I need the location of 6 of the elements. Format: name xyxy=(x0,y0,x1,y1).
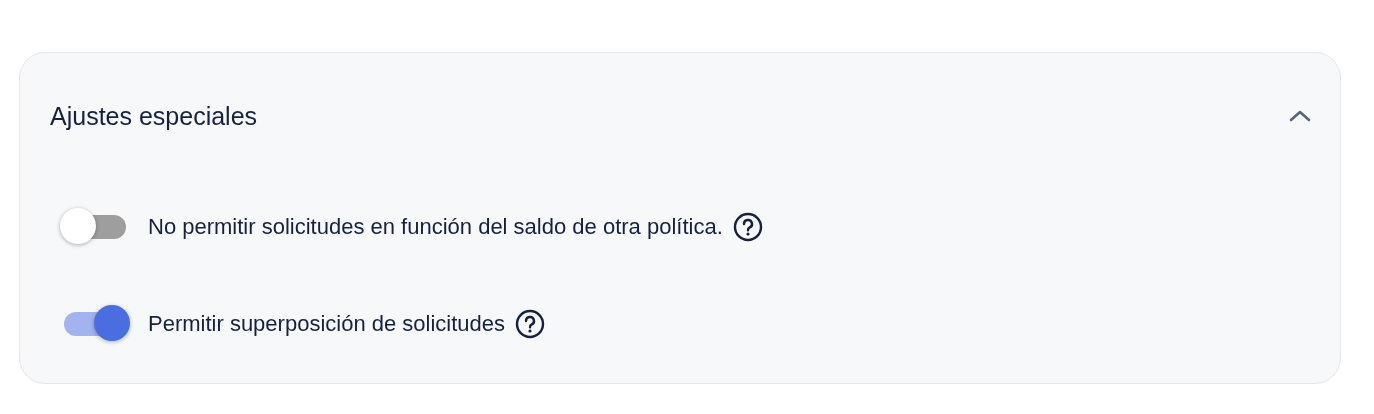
section-title: Ajustes especiales xyxy=(50,101,258,131)
help-icon[interactable] xyxy=(515,309,546,339)
setting-label: Permitir superposición de solicitudes xyxy=(148,311,506,337)
setting-label: No permitir solicitudes en función del saldo de otra política. xyxy=(148,214,723,240)
help-icon[interactable] xyxy=(732,212,763,242)
chevron-up-icon xyxy=(1288,108,1312,124)
